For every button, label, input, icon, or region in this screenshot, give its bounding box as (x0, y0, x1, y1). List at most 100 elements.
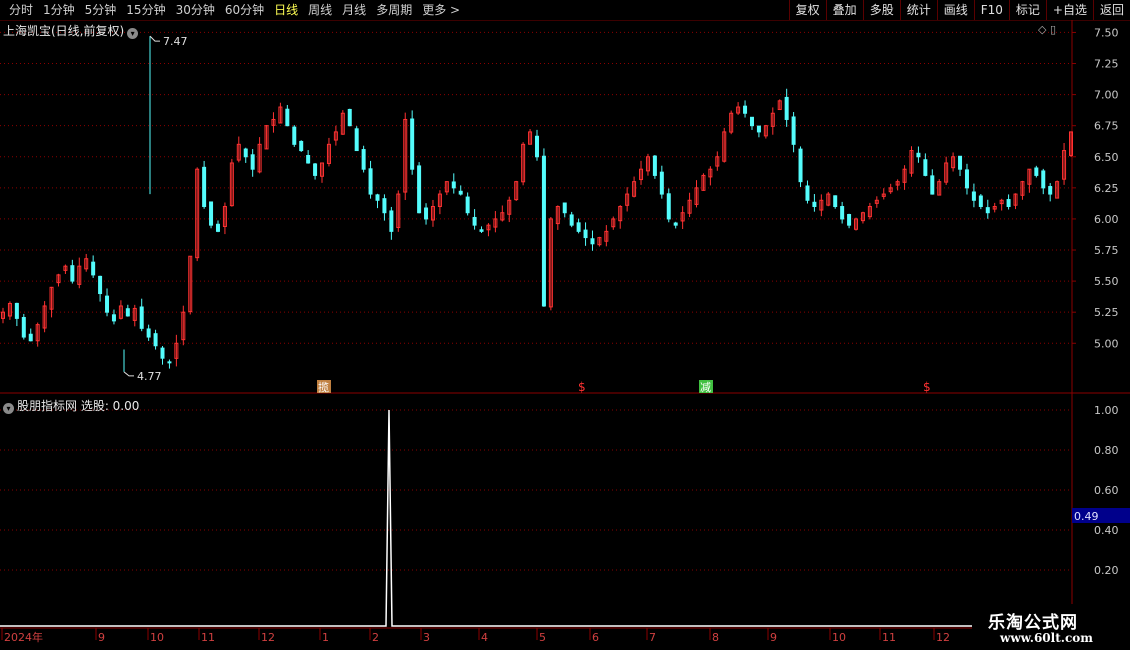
watermark: 乐淘公式网 www.60lt.com (972, 604, 1130, 650)
price-tick-label: 6.00 (1094, 213, 1119, 226)
candle-body (590, 238, 595, 245)
candle-body (465, 196, 470, 214)
indicator-tick-label: 0.80 (1094, 444, 1119, 457)
event-marker: 减 (700, 381, 711, 394)
candle-body (70, 265, 75, 282)
price-tick-label: 6.50 (1094, 151, 1119, 164)
indicator-tick-label: 1.00 (1094, 404, 1119, 417)
candle-body (382, 198, 387, 214)
candle-body (21, 317, 26, 338)
candle-body (215, 223, 220, 232)
indicator-tick-label: 0.60 (1094, 484, 1119, 497)
indicator-tick-label: 0.40 (1094, 524, 1119, 537)
candle-body (292, 126, 297, 145)
time-tick-label: 2024年 (4, 630, 43, 644)
candle-body (410, 118, 415, 170)
price-tick-label: 5.75 (1094, 244, 1119, 257)
candle-body (160, 347, 165, 359)
time-tick-label: 9 (98, 631, 105, 644)
time-tick-label: 4 (481, 631, 488, 644)
candle-body (354, 128, 359, 152)
candle-body (146, 328, 151, 338)
candle-body (347, 108, 352, 127)
candle-body (916, 152, 921, 158)
dropdown-icon[interactable]: ▾ (127, 28, 139, 39)
low-label: 4.77 (137, 370, 162, 383)
candle-body (285, 108, 290, 127)
price-tick-label: 7.00 (1094, 89, 1119, 102)
price-tick-label: 7.50 (1094, 26, 1119, 39)
time-tick-label: 7 (649, 631, 656, 644)
candle-body (958, 155, 963, 170)
price-tick-label: 7.25 (1094, 58, 1119, 71)
candle-body (98, 275, 103, 295)
candle-body (299, 140, 304, 152)
time-tick-label: 10 (150, 631, 164, 644)
candle-body (756, 125, 761, 133)
candle-body (985, 207, 990, 214)
candle-body (583, 229, 588, 239)
candle-body (139, 306, 144, 329)
current-value-label: 0.49 (1074, 510, 1099, 523)
indicator-title: ▾ 股朋指标网 选股: 0.00 (3, 397, 139, 414)
candle-body (111, 314, 116, 322)
kline-chart: 5.00 5.25 5.50 5.75 6.00 6.25 6.50 6.75 7.00 7.25… (0, 20, 1130, 644)
candle-body (847, 214, 852, 226)
candle-body (805, 185, 810, 201)
candle-body (243, 148, 248, 158)
candle-body (28, 333, 33, 342)
time-tick-label: 12 (261, 631, 275, 644)
candle-body (167, 361, 172, 364)
candle-body (1041, 170, 1046, 189)
candle-body (250, 154, 255, 170)
candle-body (91, 261, 96, 276)
candle-body (798, 148, 803, 183)
candle-body (673, 222, 678, 226)
candle-body (368, 168, 373, 195)
top-icons[interactable]: ◇ ▯ (1038, 23, 1056, 36)
candle-body (153, 333, 158, 347)
candle-body (840, 206, 845, 220)
candle-body (14, 302, 19, 319)
time-tick-label: 1 (322, 631, 329, 644)
candle-body (569, 214, 574, 226)
candle-body (930, 175, 935, 195)
high-label: 7.47 (163, 35, 188, 48)
candle-body (306, 155, 311, 164)
price-tick-label: 5.25 (1094, 306, 1119, 319)
candle-body (1006, 199, 1011, 207)
candle-body (375, 194, 380, 201)
time-tick-label: 10 (832, 631, 846, 644)
candle-body (451, 181, 456, 189)
watermark-url: www.60lt.com (1000, 631, 1093, 645)
stock-title: 上海凯宝(日线,前复权) ▾ (3, 22, 139, 39)
candle-body (652, 155, 657, 176)
signal-line (0, 409, 978, 627)
low-marker-line (123, 371, 134, 377)
candle-body (417, 165, 422, 214)
candle-body (659, 171, 664, 195)
time-tick-label: 2 (372, 631, 379, 644)
event-marker: 揽 (318, 381, 329, 394)
candle-body (202, 166, 207, 208)
indicator-dropdown-icon[interactable]: ▾ (3, 403, 14, 414)
price-tick-label: 6.75 (1094, 120, 1119, 133)
candle-body (576, 222, 581, 232)
time-tick-label: 6 (592, 631, 599, 644)
candle-body (541, 155, 546, 307)
candle-body (749, 116, 754, 127)
candle-body (812, 201, 817, 208)
candle-body (424, 207, 429, 220)
indicator-tick-label: 0.20 (1094, 564, 1119, 577)
candle-body (743, 105, 748, 114)
candle-body (1048, 186, 1053, 195)
candle-body (784, 96, 789, 120)
candle-body (361, 149, 366, 170)
candle-body (666, 193, 671, 220)
candle-body (472, 216, 477, 226)
price-tick-label: 6.25 (1094, 182, 1119, 195)
candle-body (833, 195, 838, 207)
time-tick-label: 3 (423, 631, 430, 644)
candle-body (105, 295, 110, 313)
time-tick-label: 12 (936, 631, 950, 644)
